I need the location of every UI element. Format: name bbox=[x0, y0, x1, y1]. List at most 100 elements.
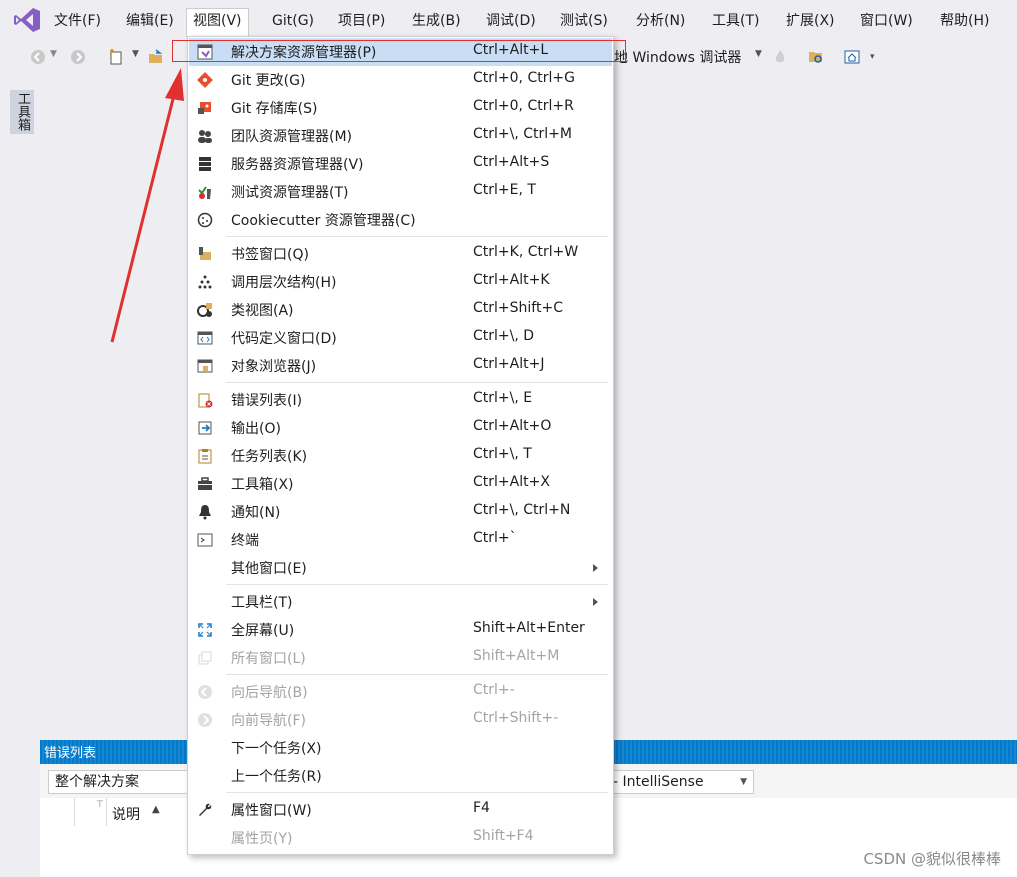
menu-item-shortcut: Ctrl+Shift+C bbox=[473, 300, 563, 316]
menu-item-16[interactable]: 通知(N) Ctrl+\, Ctrl+N bbox=[189, 498, 612, 526]
menu-item-3[interactable]: 团队资源管理器(M) Ctrl+\, Ctrl+M bbox=[189, 122, 612, 150]
home-window-icon[interactable] bbox=[844, 49, 860, 65]
error-list-title: 错误列表 bbox=[44, 746, 97, 761]
menu-item-shortcut: Ctrl+Alt+K bbox=[473, 272, 550, 288]
menubar-item-11[interactable]: 窗口(W) bbox=[854, 9, 919, 33]
dropdown-arrow-icon[interactable]: ▼ bbox=[50, 49, 66, 65]
dropdown-arrow-icon[interactable]: ▼ bbox=[755, 49, 771, 65]
menubar-item-2[interactable]: 视图(V) bbox=[186, 8, 249, 37]
menu-item-18[interactable]: 其他窗口(E) bbox=[189, 554, 612, 582]
menu-item-label: 向前导航(F) bbox=[231, 713, 306, 729]
output-icon bbox=[198, 421, 212, 435]
toolbox-icon bbox=[198, 477, 212, 490]
menu-item-23: 向前导航(F) Ctrl+Shift+- bbox=[189, 706, 612, 734]
menu-item-label: 工具栏(T) bbox=[231, 595, 293, 611]
menu-item-0[interactable]: 解决方案资源管理器(P) Ctrl+Alt+L bbox=[189, 38, 612, 66]
menu-item-label: Git 更改(G) bbox=[231, 73, 306, 89]
menu-item-shortcut: Ctrl+E, T bbox=[473, 182, 536, 198]
hot-reload-icon[interactable] bbox=[772, 49, 788, 65]
menu-item-shortcut: Ctrl+0, Ctrl+R bbox=[473, 98, 574, 114]
menu-item-6[interactable]: Cookiecutter 资源管理器(C) bbox=[189, 206, 612, 234]
navigate-back-icon bbox=[198, 685, 212, 699]
submenu-arrow-icon bbox=[593, 564, 598, 572]
menubar-item-3[interactable]: Git(G) bbox=[266, 9, 320, 33]
menu-item-15[interactable]: 工具箱(X) Ctrl+Alt+X bbox=[189, 470, 612, 498]
wrench-icon bbox=[199, 803, 212, 816]
menubar-item-8[interactable]: 分析(N) bbox=[630, 9, 691, 33]
menu-item-12[interactable]: 错误列表(I) Ctrl+\, E bbox=[189, 386, 612, 414]
source-select[interactable]: - IntelliSense ▼ bbox=[606, 770, 754, 794]
menubar-item-9[interactable]: 工具(T) bbox=[706, 9, 765, 33]
menu-item-shortcut: F4 bbox=[473, 800, 490, 816]
chevron-down-icon: ▼ bbox=[740, 777, 747, 787]
menubar-item-1[interactable]: 编辑(E) bbox=[120, 9, 180, 33]
menu-item-shortcut: Ctrl+Shift+- bbox=[473, 710, 559, 726]
menu-item-shortcut: Ctrl+Alt+J bbox=[473, 356, 545, 372]
open-folder-icon[interactable] bbox=[148, 49, 164, 65]
error-list-icon bbox=[198, 393, 213, 408]
menu-item-label: 任务列表(K) bbox=[231, 449, 308, 465]
menu-item-label: 服务器资源管理器(V) bbox=[231, 157, 364, 173]
menu-item-2[interactable]: Git 存储库(S) Ctrl+0, Ctrl+R bbox=[189, 94, 612, 122]
menu-item-9[interactable]: 类视图(A) Ctrl+Shift+C bbox=[189, 296, 612, 324]
menu-item-26[interactable]: 属性窗口(W) F4 bbox=[189, 796, 612, 824]
menu-item-17[interactable]: 终端 Ctrl+` bbox=[189, 526, 612, 554]
menubar-item-10[interactable]: 扩展(X) bbox=[780, 9, 841, 33]
code-definition-icon bbox=[197, 331, 213, 345]
menu-item-label: 代码定义窗口(D) bbox=[231, 331, 337, 347]
menu-item-13[interactable]: 输出(O) Ctrl+Alt+O bbox=[189, 414, 612, 442]
view-menu-dropdown: 解决方案资源管理器(P) Ctrl+Alt+L Git 更改(G) Ctrl+0, C… bbox=[187, 36, 614, 855]
menubar-item-7[interactable]: 测试(S) bbox=[554, 9, 614, 33]
menu-item-14[interactable]: 任务列表(K) Ctrl+\, T bbox=[189, 442, 612, 470]
menu-item-shortcut: Shift+Alt+M bbox=[473, 648, 560, 664]
menu-item-1[interactable]: Git 更改(G) Ctrl+0, Ctrl+G bbox=[189, 66, 612, 94]
test-explorer-icon bbox=[198, 186, 211, 199]
class-view-icon bbox=[197, 303, 212, 317]
menu-item-shortcut: Ctrl+- bbox=[473, 682, 515, 698]
call-hierarchy-icon bbox=[198, 275, 212, 289]
menu-item-shortcut: Ctrl+\, Ctrl+N bbox=[473, 502, 571, 518]
menu-item-shortcut: Ctrl+\, D bbox=[473, 328, 535, 344]
menu-item-label: 通知(N) bbox=[231, 505, 281, 521]
menu-item-label: 书签窗口(Q) bbox=[231, 247, 309, 263]
menubar-item-12[interactable]: 帮助(H) bbox=[934, 9, 995, 33]
menu-bar: 文件(F) 编辑(E) 视图(V) Git(G) 项目(P) 生成(B) 调试(D) 测试(S… bbox=[0, 0, 1017, 40]
menu-separator bbox=[226, 674, 608, 675]
menu-item-shortcut: Ctrl+0, Ctrl+G bbox=[473, 70, 575, 86]
menubar-item-0[interactable]: 文件(F) bbox=[48, 9, 107, 33]
navigate-back-icon[interactable] bbox=[30, 49, 46, 65]
toolbox-side-tab[interactable]: 工具箱 bbox=[10, 90, 34, 134]
navigate-forward-icon[interactable] bbox=[70, 49, 86, 65]
column-description[interactable]: 说明 bbox=[112, 804, 140, 824]
bookmark-icon bbox=[199, 247, 211, 260]
menu-item-4[interactable]: 服务器资源管理器(V) Ctrl+Alt+S bbox=[189, 150, 612, 178]
menu-item-20[interactable]: 全屏幕(U) Shift+Alt+Enter bbox=[189, 616, 612, 644]
menu-item-5[interactable]: 测试资源管理器(T) Ctrl+E, T bbox=[189, 178, 612, 206]
new-project-icon[interactable] bbox=[108, 49, 124, 65]
menu-item-label: Git 存储库(S) bbox=[231, 101, 318, 117]
debug-target-label[interactable]: 地 Windows 调试器 bbox=[614, 47, 741, 67]
dropdown-arrow-icon[interactable]: ▼ bbox=[132, 49, 148, 65]
toolbar-overflow-icon[interactable]: ▾ bbox=[870, 52, 886, 68]
menu-item-21: 所有窗口(L) Shift+Alt+M bbox=[189, 644, 612, 672]
cookiecutter-icon bbox=[197, 212, 213, 228]
menu-item-10[interactable]: 代码定义窗口(D) Ctrl+\, D bbox=[189, 324, 612, 352]
menu-item-25[interactable]: 上一个任务(R) bbox=[189, 762, 612, 790]
menu-item-label: 全屏幕(U) bbox=[231, 623, 295, 639]
find-in-files-icon[interactable] bbox=[808, 49, 824, 65]
terminal-icon bbox=[197, 533, 213, 547]
submenu-arrow-icon bbox=[593, 598, 598, 606]
menu-item-24[interactable]: 下一个任务(X) bbox=[189, 734, 612, 762]
menu-item-7[interactable]: 书签窗口(Q) Ctrl+K, Ctrl+W bbox=[189, 240, 612, 268]
menu-separator bbox=[226, 236, 608, 237]
filter-icon[interactable]: ⊤ bbox=[96, 800, 104, 810]
menubar-item-5[interactable]: 生成(B) bbox=[406, 9, 467, 33]
navigate-forward-icon bbox=[198, 713, 212, 727]
menu-item-19[interactable]: 工具栏(T) bbox=[189, 588, 612, 616]
menubar-item-4[interactable]: 项目(P) bbox=[332, 9, 391, 33]
menu-item-11[interactable]: 对象浏览器(J) Ctrl+Alt+J bbox=[189, 352, 612, 380]
menubar-item-6[interactable]: 调试(D) bbox=[480, 9, 542, 33]
menu-item-shortcut: Shift+Alt+Enter bbox=[473, 620, 585, 636]
menu-item-8[interactable]: 调用层次结构(H) Ctrl+Alt+K bbox=[189, 268, 612, 296]
scope-select[interactable]: 整个解决方案 bbox=[48, 770, 196, 794]
